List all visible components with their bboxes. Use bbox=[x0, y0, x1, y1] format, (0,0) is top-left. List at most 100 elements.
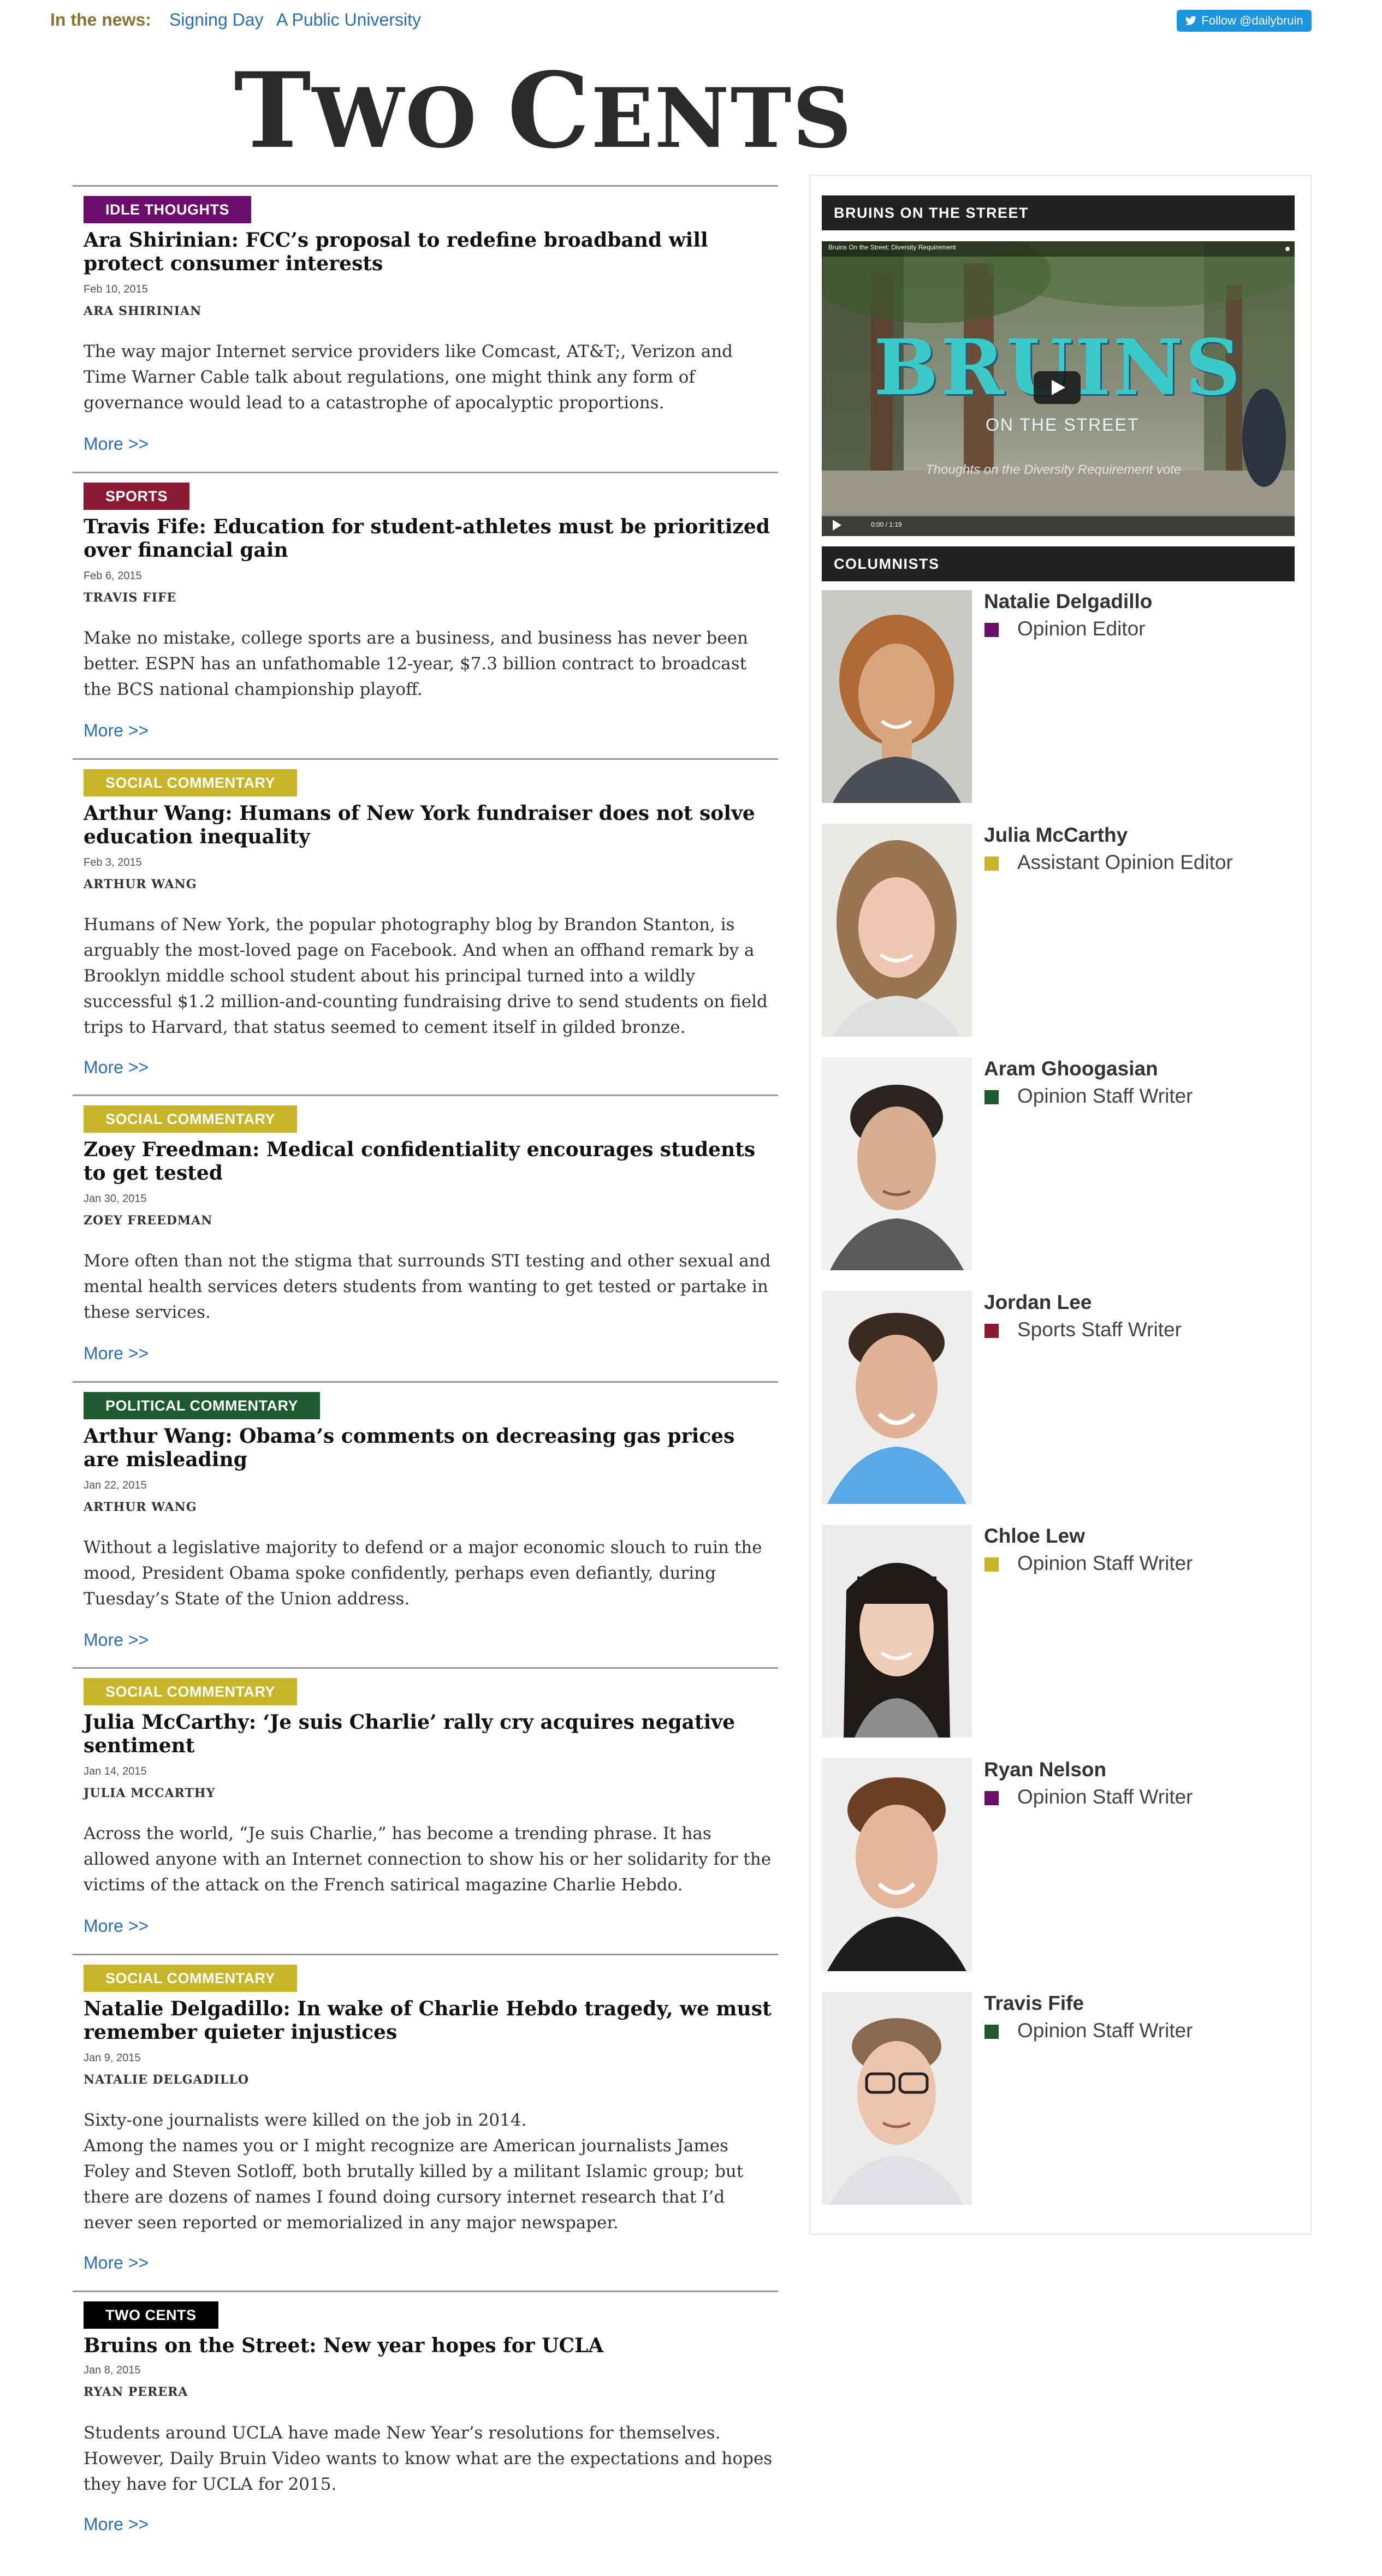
divider bbox=[73, 1094, 778, 1096]
article-author[interactable]: NATALIE DELGADILLO bbox=[84, 2073, 249, 2087]
article-date: Feb 6, 2015 bbox=[84, 570, 142, 582]
page-title: TWO CENTS bbox=[71, 59, 1016, 163]
video-time: 0:00 / 1:19 bbox=[871, 521, 902, 528]
article-excerpt: Across the world, “Je suis Charlie,” has… bbox=[84, 1824, 772, 1895]
more-link[interactable]: More >> bbox=[84, 1630, 149, 1650]
columnist-role-label: Opinion Staff Writer bbox=[1017, 2019, 1193, 2042]
divider bbox=[73, 1954, 778, 1955]
columnist-card: Aram Ghoogasian Opinion Staff Writer bbox=[822, 1057, 1295, 1270]
play-icon bbox=[1052, 380, 1065, 395]
video-logo-subtitle: ON THE STREET bbox=[986, 415, 1140, 435]
article-author[interactable]: JULIA MCCARTHY bbox=[84, 1786, 215, 1800]
play-button[interactable] bbox=[1034, 371, 1081, 404]
columnist-role-label: Sports Staff Writer bbox=[1017, 1318, 1182, 1341]
columnist-photo[interactable] bbox=[822, 1525, 972, 1738]
article-excerpt: More often than not the stigma that surr… bbox=[84, 1251, 771, 1322]
category-tag[interactable]: SOCIAL COMMENTARY bbox=[84, 1965, 297, 1992]
columnist-photo[interactable] bbox=[822, 1758, 972, 1971]
columnist-card: Ryan Nelson Opinion Staff Writer bbox=[822, 1758, 1295, 1971]
role-color-marker bbox=[984, 623, 999, 637]
columnist-name[interactable]: Julia McCarthy bbox=[984, 824, 1128, 847]
person-portrait bbox=[822, 590, 972, 803]
columnist-role: Opinion Staff Writer bbox=[984, 1786, 1193, 1808]
person-portrait bbox=[822, 824, 972, 1037]
article-excerpt: Among the names you or I might recognize… bbox=[84, 2136, 744, 2233]
news-link-public-university[interactable]: A Public University bbox=[276, 10, 421, 30]
columnist-photo[interactable] bbox=[822, 1992, 972, 2205]
title-initial-c: C bbox=[507, 50, 591, 171]
divider bbox=[73, 185, 778, 187]
columnist-card: Chloe Lew Opinion Staff Writer bbox=[822, 1525, 1295, 1738]
article-headline[interactable]: Ara Shirinian: FCC’s proposal to redefin… bbox=[84, 229, 772, 276]
person-portrait bbox=[822, 1992, 972, 2205]
more-link[interactable]: More >> bbox=[84, 721, 149, 741]
article-author[interactable]: RYAN PERERA bbox=[84, 2385, 188, 2399]
columnist-name[interactable]: Aram Ghoogasian bbox=[984, 1057, 1158, 1080]
article-date: Jan 8, 2015 bbox=[84, 2364, 141, 2376]
title-rest-wo: WO bbox=[312, 70, 508, 166]
article-date: Jan 22, 2015 bbox=[84, 1479, 147, 1491]
person-portrait bbox=[822, 1057, 972, 1270]
columnist-photo[interactable] bbox=[822, 824, 972, 1037]
more-link[interactable]: More >> bbox=[84, 1057, 149, 1078]
category-tag[interactable]: SOCIAL COMMENTARY bbox=[84, 1678, 297, 1705]
columnist-name[interactable]: Chloe Lew bbox=[984, 1525, 1085, 1548]
article-author[interactable]: ZOEY FREEDMAN bbox=[84, 1213, 212, 1228]
category-tag[interactable]: POLITICAL COMMENTARY bbox=[84, 1392, 320, 1419]
columnist-role-label: Opinion Staff Writer bbox=[1017, 1085, 1193, 1107]
person-portrait bbox=[822, 1291, 972, 1504]
columnist-card: Jordan Lee Sports Staff Writer bbox=[822, 1291, 1295, 1504]
role-color-marker bbox=[984, 856, 999, 871]
article-headline[interactable]: Bruins on the Street: New year hopes for… bbox=[84, 2334, 772, 2358]
columnist-photo[interactable] bbox=[822, 590, 972, 803]
divider bbox=[73, 472, 778, 473]
columnist-photo[interactable] bbox=[822, 1291, 972, 1504]
follow-label: Follow @dailybruin bbox=[1201, 14, 1303, 27]
category-tag[interactable]: TWO CENTS bbox=[84, 2301, 218, 2329]
twitter-follow-button[interactable]: Follow @dailybruin bbox=[1177, 10, 1312, 32]
video-player[interactable]: Bruins On the Street: Diversity Requirem… bbox=[822, 241, 1295, 536]
article-headline[interactable]: Natalie Delgadillo: In wake of Charlie H… bbox=[84, 1997, 772, 2044]
category-tag[interactable]: SPORTS bbox=[84, 483, 190, 510]
article-author[interactable]: ARTHUR WANG bbox=[84, 877, 197, 891]
category-tag[interactable]: SOCIAL COMMENTARY bbox=[84, 769, 297, 796]
video-caption: Thoughts on the Diversity Requirement vo… bbox=[926, 462, 1182, 477]
columnist-role: Sports Staff Writer bbox=[984, 1318, 1182, 1341]
article-headline[interactable]: Zoey Freedman: Medical confidentiality e… bbox=[84, 1138, 772, 1185]
category-tag[interactable]: IDLE THOUGHTS bbox=[84, 196, 251, 223]
columnist-photo[interactable] bbox=[822, 1057, 972, 1270]
columnist-role: Opinion Staff Writer bbox=[984, 2019, 1193, 2042]
category-tag[interactable]: SOCIAL COMMENTARY bbox=[84, 1105, 297, 1133]
article-excerpt-lead: Sixty-one journalists were killed on the… bbox=[84, 2110, 527, 2130]
columnist-role: Opinion Staff Writer bbox=[984, 1552, 1193, 1575]
news-link-signing-day[interactable]: Signing Day bbox=[169, 10, 264, 30]
article-date: Jan 9, 2015 bbox=[84, 2052, 141, 2064]
article-date: Jan 14, 2015 bbox=[84, 1765, 147, 1777]
sidebar-heading-video: BRUINS ON THE STREET bbox=[822, 195, 1295, 230]
more-link[interactable]: More >> bbox=[84, 2514, 149, 2535]
role-color-marker bbox=[984, 2025, 999, 2039]
article-author[interactable]: TRAVIS FIFE bbox=[84, 591, 176, 605]
person-portrait bbox=[822, 1758, 972, 1971]
twitter-bird-icon bbox=[1185, 16, 1197, 25]
person-portrait bbox=[822, 1525, 972, 1738]
role-color-marker bbox=[984, 1791, 999, 1805]
article-author[interactable]: ARA SHIRINIAN bbox=[84, 304, 201, 318]
columnist-card: Julia McCarthy Assistant Opinion Editor bbox=[822, 824, 1295, 1037]
more-link[interactable]: More >> bbox=[84, 2253, 149, 2273]
article-headline[interactable]: Travis Fife: Education for student-athle… bbox=[84, 515, 772, 562]
article-headline[interactable]: Julia McCarthy: ‘Je suis Charlie’ rally … bbox=[84, 1711, 772, 1758]
more-link[interactable]: More >> bbox=[84, 1916, 149, 1936]
article-author[interactable]: ARTHUR WANG bbox=[84, 1500, 197, 1514]
more-link[interactable]: More >> bbox=[84, 434, 149, 454]
divider bbox=[73, 2291, 778, 2292]
columnist-name[interactable]: Natalie Delgadillo bbox=[984, 590, 1152, 613]
columnist-name[interactable]: Ryan Nelson bbox=[984, 1758, 1106, 1781]
columnist-name[interactable]: Jordan Lee bbox=[984, 1291, 1092, 1314]
article-headline[interactable]: Arthur Wang: Humans of New York fundrais… bbox=[84, 802, 772, 849]
columnist-role: Assistant Opinion Editor bbox=[984, 851, 1233, 874]
article-headline[interactable]: Arthur Wang: Obama’s comments on decreas… bbox=[84, 1425, 772, 1472]
columnist-name[interactable]: Travis Fife bbox=[984, 1992, 1084, 2015]
role-color-marker bbox=[984, 1090, 999, 1104]
more-link[interactable]: More >> bbox=[84, 1343, 149, 1364]
